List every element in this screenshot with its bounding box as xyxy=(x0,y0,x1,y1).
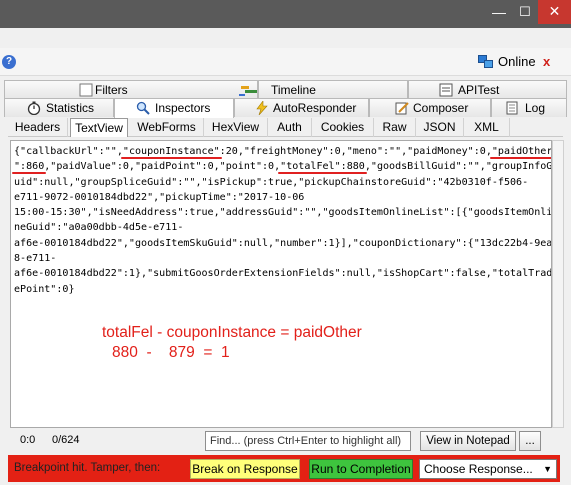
vertical-scrollbar[interactable] xyxy=(552,140,564,428)
request-body-textview[interactable]: {"callbackUrl":"","couponInstance":20,"f… xyxy=(10,140,552,428)
timeline-icon xyxy=(239,83,263,97)
tab-timeline[interactable]: Timeline xyxy=(239,80,408,99)
tab-label: AutoResponder xyxy=(273,101,357,115)
tab-label: Log xyxy=(525,101,546,115)
subtab-raw[interactable]: Raw xyxy=(374,118,416,137)
underlined-text: "paidOther xyxy=(491,146,552,157)
network-icon xyxy=(478,55,494,69)
tab-label: Inspectors xyxy=(155,101,211,115)
char-count: 0/624 xyxy=(52,434,80,446)
subtab-xml[interactable]: XML xyxy=(464,118,510,137)
subtab-headers[interactable]: Headers xyxy=(8,118,68,137)
online-bar: ? Online x xyxy=(0,48,571,76)
text-segment: ePoint":0} xyxy=(14,283,75,295)
text-segment: af6e-0010184dbd22":1},"submitGoosOrderEx… xyxy=(14,268,552,280)
subtab-webforms[interactable]: WebForms xyxy=(130,118,204,137)
text-line: ":860,"paidValue":0,"paidPoint":0,"point… xyxy=(14,159,551,174)
tab-label: Statistics xyxy=(46,101,95,115)
help-icon[interactable]: ? xyxy=(2,55,16,69)
apitest-icon xyxy=(439,83,453,97)
tab-label: APITest xyxy=(458,83,500,97)
more-options-button[interactable]: ... xyxy=(519,431,541,451)
tab-filters[interactable]: Filters xyxy=(4,80,258,99)
composer-pencil-icon xyxy=(395,101,409,115)
view-in-notepad-button[interactable]: View in Notepad xyxy=(420,431,516,451)
minimize-button[interactable]: — xyxy=(486,2,512,22)
tab-label: Filters xyxy=(95,83,128,97)
subtab-hexview[interactable]: HexView xyxy=(204,118,268,137)
underlined-text: "totalFel":880 xyxy=(280,161,365,173)
log-document-icon xyxy=(505,101,519,115)
breakpoint-bar: Breakpoint hit. Tamper, then: Break on R… xyxy=(8,455,560,482)
annotation-equation: totalFel - couponInstance = paidOther xyxy=(102,324,362,341)
tab-row-top: Filters Timeline APITest xyxy=(4,80,567,99)
underlined-text: ":860 xyxy=(14,161,45,173)
subtab-textview[interactable]: TextView xyxy=(70,118,128,137)
tab-statistics[interactable]: Statistics xyxy=(4,98,114,117)
annotation-numbers: 880 - 879 = 1 xyxy=(112,344,230,361)
text-line: neGuid":"a0a00dbb-4d5e-e711- xyxy=(14,220,548,235)
underlined-text: "couponInstance" xyxy=(122,146,220,157)
online-label: Online xyxy=(498,54,536,69)
subtab-json[interactable]: JSON xyxy=(416,118,464,137)
subtab-cookies[interactable]: Cookies xyxy=(312,118,374,137)
choose-response-dropdown[interactable]: Choose Response... ▼ xyxy=(419,459,557,479)
tab-composer[interactable]: Composer xyxy=(369,98,491,117)
text-segment: ,"paidValue":0,"paidPoint":0,"point":0, xyxy=(44,161,281,173)
filter-checkbox-icon xyxy=(79,83,93,97)
tab-row-bottom: Statistics Inspectors AutoResponder Comp… xyxy=(4,98,567,118)
text-segment: 15:00-15:30","isNeedAddress":true,"addre… xyxy=(14,207,552,219)
toolbar-strip xyxy=(0,28,571,48)
break-on-response-button[interactable]: Break on Response xyxy=(190,459,300,479)
text-line: 15:00-15:30","isNeedAddress":true,"addre… xyxy=(14,205,551,220)
text-line: af6e-0010184dbd22":1},"submitGoosOrderEx… xyxy=(14,266,551,281)
text-segment: 8-e711- xyxy=(14,253,57,265)
text-segment: ,"goodsBillGuid":"","groupInfoG xyxy=(364,161,552,173)
tab-label: Composer xyxy=(413,101,469,115)
text-line: af6e-0010184dbd22","goodsItemSkuGuid":nu… xyxy=(14,236,551,251)
find-input[interactable]: Find... (press Ctrl+Enter to highlight a… xyxy=(205,431,411,451)
inspector-subtabs: Headers TextView WebForms HexView Auth C… xyxy=(8,118,563,137)
breakpoint-label: Breakpoint hit. Tamper, then: xyxy=(14,462,161,474)
status-row: 0:0 0/624 Find... (press Ctrl+Enter to h… xyxy=(14,431,564,453)
choose-response-value: Choose Response... xyxy=(424,462,533,476)
maximize-button[interactable]: ☐ xyxy=(512,2,538,22)
close-window-button[interactable]: ✕ xyxy=(538,0,571,24)
text-segment: af6e-0010184dbd22","goodsItemSkuGuid":nu… xyxy=(14,237,552,249)
online-close-button[interactable]: x xyxy=(543,54,550,69)
text-segment: {"callbackUrl":"", xyxy=(14,146,123,157)
text-segment: neGuid":"a0a00dbb-4d5e-e711- xyxy=(14,222,184,234)
tab-inspectors[interactable]: Inspectors xyxy=(114,98,234,118)
text-line: ePoint":0} xyxy=(14,282,548,297)
chevron-down-icon: ▼ xyxy=(543,464,552,474)
text-segment: e711-9072-0010184dbd22","pickupTime":"20… xyxy=(14,191,305,203)
tab-log[interactable]: Log xyxy=(491,98,567,117)
text-segment: uid":null,"groupSpliceGuid":"","isPickup… xyxy=(14,176,529,188)
text-line: {"callbackUrl":"","couponInstance":20,"f… xyxy=(14,144,551,159)
text-line: uid":null,"groupSpliceGuid":"","isPickup… xyxy=(14,175,548,190)
text-segment: :20,"freightMoney":0,"meno":"","paidMone… xyxy=(219,146,492,157)
lightning-icon xyxy=(255,100,269,116)
tab-apitest[interactable]: APITest xyxy=(408,80,567,99)
run-to-completion-button[interactable]: Run to Completion xyxy=(309,459,413,479)
text-line: 8-e711- xyxy=(14,251,548,266)
text-line: e711-9072-0010184dbd22","pickupTime":"20… xyxy=(14,190,548,205)
subtab-auth[interactable]: Auth xyxy=(268,118,312,137)
title-bar: — ☐ ✕ xyxy=(0,0,571,28)
tab-label: Timeline xyxy=(271,83,316,97)
magnifier-icon xyxy=(136,101,150,115)
tab-autoresponder[interactable]: AutoResponder xyxy=(234,98,369,117)
cursor-position: 0:0 xyxy=(20,434,36,446)
stopwatch-icon xyxy=(27,101,41,116)
